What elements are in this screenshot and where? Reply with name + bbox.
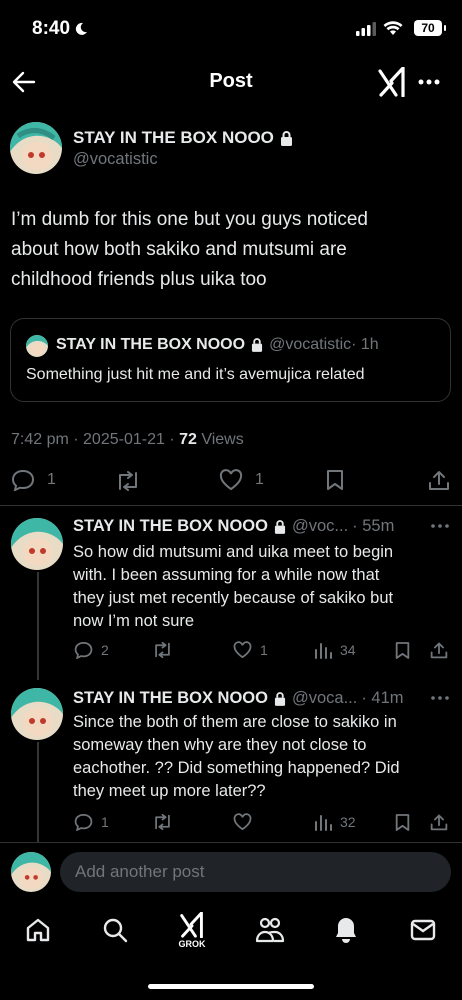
reply-time: · 41m <box>361 689 404 707</box>
repost-icon[interactable] <box>115 471 141 491</box>
grok-icon <box>180 912 203 938</box>
like-count: 1 <box>255 471 264 488</box>
composer-avatar <box>11 852 51 892</box>
bookmark-icon[interactable] <box>326 469 344 491</box>
reply-time: · 55m <box>352 517 395 535</box>
like-button[interactable] <box>233 813 260 831</box>
more-icon[interactable] <box>431 696 449 700</box>
reply-button[interactable]: 2 <box>74 641 109 659</box>
reply-avatar[interactable] <box>11 518 63 570</box>
user-handle[interactable]: @vocatistic <box>73 150 158 169</box>
grok-icon[interactable] <box>378 67 406 97</box>
reply-handle[interactable]: @voca... <box>292 689 357 708</box>
grok-label: GROK <box>178 939 206 949</box>
heart-icon <box>233 813 252 831</box>
reply-button[interactable]: 1 <box>74 813 109 831</box>
share-icon[interactable] <box>430 641 448 659</box>
bar-chart-icon <box>315 643 332 659</box>
lock-icon <box>274 519 286 534</box>
like-button[interactable]: 1 <box>233 641 268 659</box>
battery-indicator: 70 <box>414 20 446 36</box>
lock-icon <box>274 691 286 706</box>
reply-display-name[interactable]: STAY IN THE BOX NOOO <box>73 689 268 708</box>
bookmark-icon[interactable] <box>395 641 410 660</box>
reply-input[interactable]: Add another post <box>60 852 451 892</box>
quote-time: · 1h <box>351 336 379 353</box>
tab-grok[interactable]: GROK <box>175 912 209 952</box>
views-label: Views <box>196 431 244 448</box>
reply-header: STAY IN THE BOX NOOO @voc... · 55m <box>73 517 394 536</box>
search-icon[interactable] <box>102 917 128 943</box>
quoted-post[interactable]: STAY IN THE BOX NOOO @vocatistic · 1h So… <box>10 318 451 402</box>
reply-display-name[interactable]: STAY IN THE BOX NOOO <box>73 517 268 536</box>
reply-text: So how did mutsumi and uika meet to begi… <box>73 543 394 630</box>
reply-avatar[interactable] <box>11 688 63 740</box>
signal-icon <box>356 22 376 36</box>
repost-icon[interactable] <box>152 642 173 658</box>
reply-icon <box>11 469 35 491</box>
like-button[interactable]: 1 <box>219 469 264 491</box>
thread-line <box>37 572 39 680</box>
divider <box>0 842 462 843</box>
quote-text: Something just hit me and it’s avemujica… <box>26 366 365 383</box>
bell-icon[interactable] <box>334 916 358 944</box>
moon-icon <box>75 22 88 35</box>
views-button[interactable]: 34 <box>314 641 356 659</box>
home-indicator <box>148 984 314 989</box>
quote-handle: @vocatistic <box>269 336 352 353</box>
bookmark-icon[interactable] <box>395 813 410 832</box>
heart-icon <box>233 641 252 659</box>
reply-text: Since the both of them are close to saki… <box>73 713 400 800</box>
home-icon[interactable] <box>25 917 51 943</box>
share-icon[interactable] <box>430 813 448 831</box>
lock-icon <box>280 130 292 146</box>
status-time: 8:40 <box>32 18 71 39</box>
share-icon[interactable] <box>428 469 450 491</box>
post-timestamp: 7:42 pm · 2025-01-21 · <box>11 431 180 448</box>
views-button[interactable]: 32 <box>314 813 356 831</box>
more-icon[interactable] <box>418 79 440 85</box>
post-text: I’m dumb for this one but you guys notic… <box>11 209 368 290</box>
avatar[interactable] <box>10 122 62 174</box>
reply-button[interactable]: 1 <box>11 469 56 491</box>
reply-icon <box>74 642 93 659</box>
quote-avatar <box>26 335 48 357</box>
reply-icon <box>74 814 93 831</box>
reply-header: STAY IN THE BOX NOOO @voca... · 41m <box>73 689 404 708</box>
views-count[interactable]: 72 <box>179 431 197 448</box>
thread-line <box>37 742 39 842</box>
reply-handle[interactable]: @voc... <box>292 517 348 536</box>
post-meta: 7:42 pm · 2025-01-21 · 72 Views <box>11 431 244 449</box>
heart-icon <box>219 469 243 491</box>
more-icon[interactable] <box>431 524 449 528</box>
avatar-image <box>10 122 62 174</box>
reply-count: 1 <box>47 471 56 488</box>
mail-icon[interactable] <box>410 919 436 941</box>
quote-display-name: STAY IN THE BOX NOOO <box>56 336 246 353</box>
display-name[interactable]: STAY IN THE BOX NOOO <box>73 128 274 148</box>
communities-icon[interactable] <box>255 917 285 943</box>
repost-icon[interactable] <box>152 814 173 830</box>
lock-icon <box>252 338 263 352</box>
divider <box>0 505 462 506</box>
status-bar: 8:40 70 <box>0 0 462 56</box>
wifi-icon <box>383 21 403 35</box>
bar-chart-icon <box>315 815 332 831</box>
